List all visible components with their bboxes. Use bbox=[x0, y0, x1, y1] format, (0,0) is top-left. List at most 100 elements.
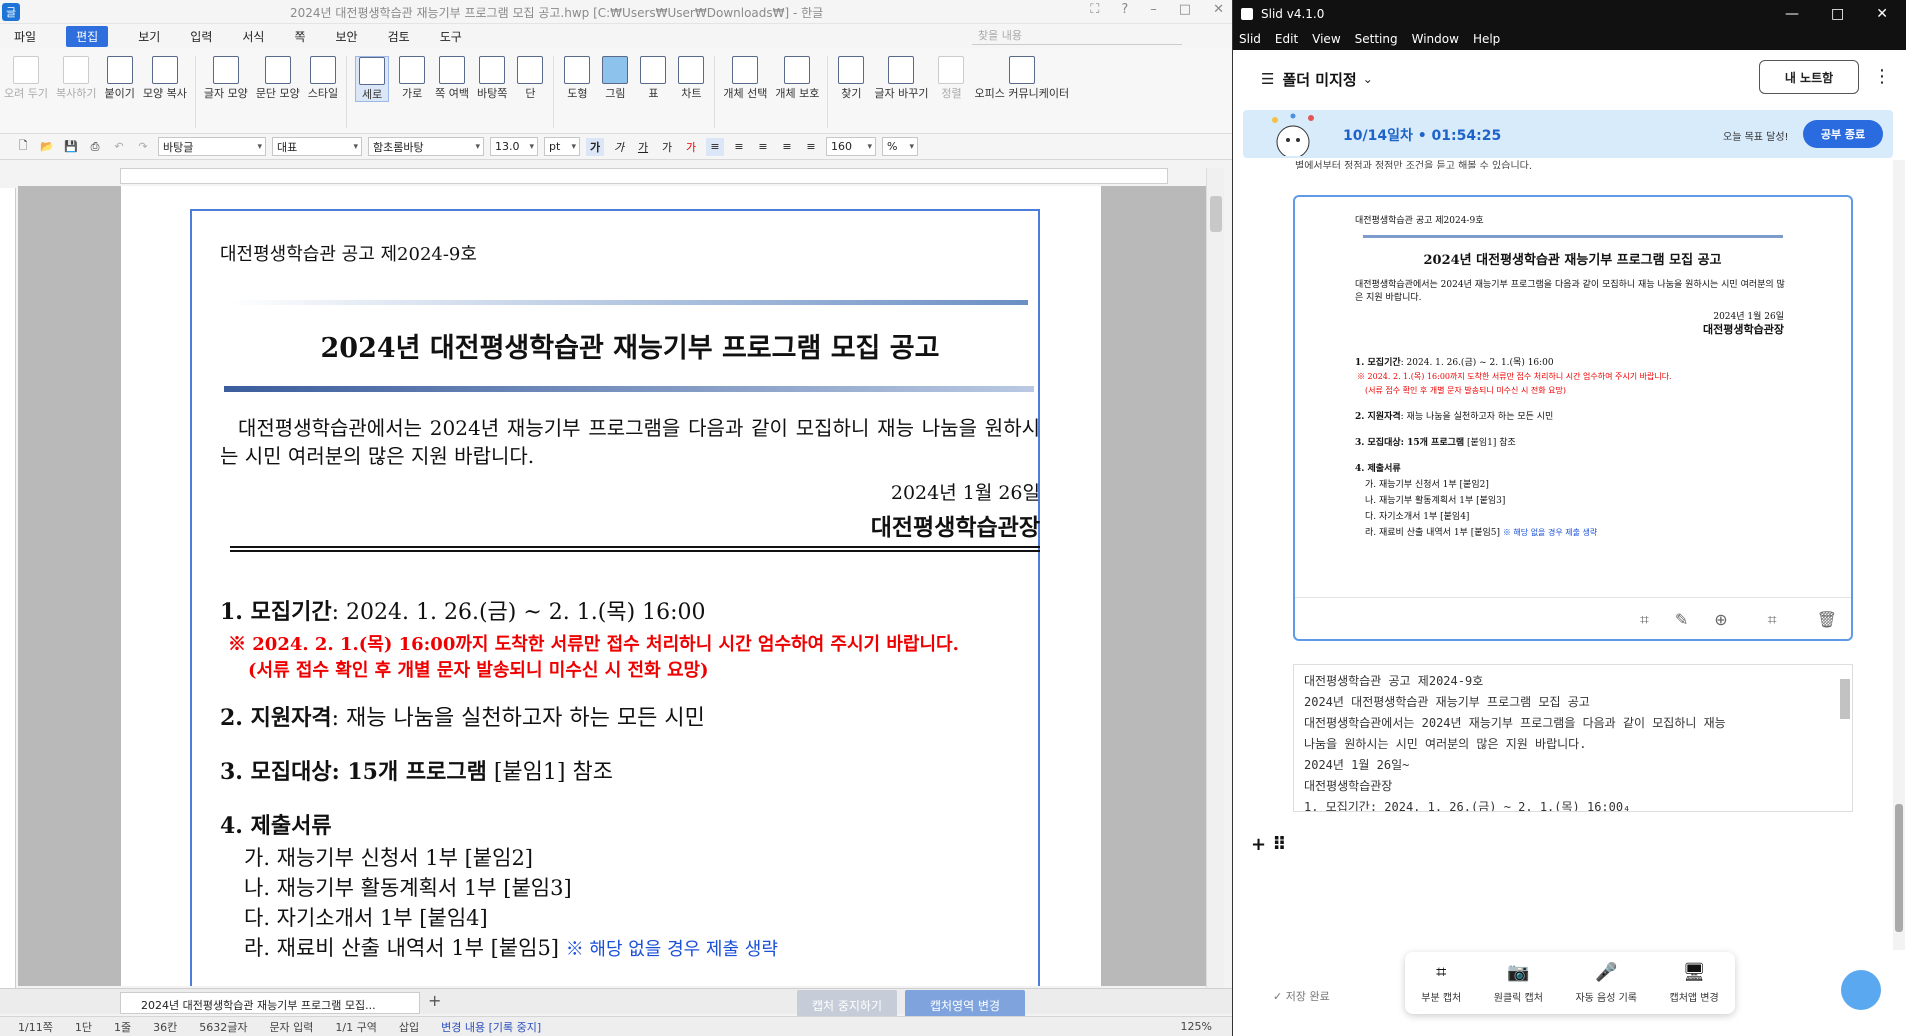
menu-format[interactable]: 서식 bbox=[242, 28, 264, 45]
ocr-scrollbar[interactable] bbox=[1840, 679, 1850, 719]
slid-close-button[interactable]: ✕ bbox=[1876, 6, 1888, 22]
zoom-in-icon[interactable]: ⊕ bbox=[1714, 610, 1727, 629]
crop-icon[interactable]: ⌗ bbox=[1768, 610, 1777, 630]
chevron-down-icon[interactable]: ⌄ bbox=[1363, 72, 1373, 86]
slid-menu-edit[interactable]: Edit bbox=[1275, 32, 1298, 46]
one-click-capture-button[interactable]: 📷 원클릭 캡처 bbox=[1494, 962, 1543, 1004]
undo-icon[interactable]: ↶ bbox=[110, 138, 128, 156]
font-lang-select[interactable]: 대표 bbox=[272, 137, 362, 156]
align-center-icon[interactable]: ≡ bbox=[754, 138, 772, 156]
slid-scroll-thumb[interactable] bbox=[1895, 804, 1903, 932]
sort-button[interactable]: 정렬 bbox=[936, 56, 966, 100]
zoom-unit[interactable]: % bbox=[882, 137, 918, 156]
font-color-button[interactable]: 가 bbox=[682, 138, 700, 156]
open-icon[interactable]: 📂 bbox=[38, 138, 56, 156]
paste-button[interactable]: 붙이기 bbox=[104, 56, 135, 100]
slid-scrollbar[interactable] bbox=[1893, 160, 1905, 950]
close-button[interactable]: ✕ bbox=[1213, 2, 1224, 17]
capture-card[interactable]: 대전평생학습관 공고 제2024-9호 2024년 대전평생학습관 재능기부 프… bbox=[1293, 195, 1853, 641]
slid-menu-setting[interactable]: Setting bbox=[1355, 32, 1398, 46]
auto-voice-record-button[interactable]: 🎤 자동 음성 기록 bbox=[1575, 962, 1637, 1004]
minimize-button[interactable]: – bbox=[1150, 2, 1157, 17]
slid-menu-slid[interactable]: Slid bbox=[1239, 32, 1261, 46]
text-extract-icon[interactable]: ⌗ bbox=[1640, 610, 1649, 630]
portrait-button[interactable]: 세로 bbox=[355, 56, 390, 102]
help-icon[interactable]: ? bbox=[1121, 2, 1128, 17]
document-tab[interactable]: 2024년 대전평생학습관 재능기부 프로그램 모집... bbox=[120, 992, 420, 1014]
add-tab-icon[interactable]: + bbox=[428, 991, 441, 1010]
print-icon[interactable]: ⎙ bbox=[86, 138, 104, 156]
align-distribute-icon[interactable]: ≡ bbox=[802, 138, 820, 156]
copy-button[interactable]: 복사하기 bbox=[56, 56, 96, 100]
style-button[interactable]: 스타일 bbox=[308, 56, 338, 100]
slid-minimize-button[interactable]: — bbox=[1785, 6, 1799, 22]
vertical-scrollbar[interactable] bbox=[1206, 168, 1224, 988]
my-notebook-button[interactable]: 내 노트함 bbox=[1759, 60, 1859, 94]
save-icon[interactable]: 💾 bbox=[62, 138, 80, 156]
capture-app-change-button[interactable]: 🖥 캡처앱 변경 bbox=[1670, 962, 1719, 1004]
format-painter-button[interactable]: 모양 복사 bbox=[143, 56, 187, 100]
redo-icon[interactable]: ↷ bbox=[134, 138, 152, 156]
chat-bubble-icon[interactable] bbox=[1841, 970, 1881, 1010]
pencil-icon[interactable]: ✎ bbox=[1675, 610, 1688, 629]
landscape-button[interactable]: 가로 bbox=[397, 56, 427, 100]
trash-icon[interactable]: 🗑 bbox=[1817, 610, 1837, 629]
more-options-icon[interactable]: ⋮ bbox=[1873, 66, 1891, 87]
folder-select[interactable]: 폴더 미지정 bbox=[1282, 69, 1356, 90]
bold-button[interactable]: 가 bbox=[586, 137, 604, 156]
shape-button[interactable]: 도형 bbox=[562, 56, 592, 100]
scroll-thumb[interactable] bbox=[1210, 196, 1222, 232]
cut-button[interactable]: 오려 두기 bbox=[4, 56, 48, 100]
menu-edit[interactable]: 편집 bbox=[66, 25, 109, 47]
object-protect-button[interactable]: 개체 보호 bbox=[775, 56, 819, 100]
add-block-icon[interactable]: + ⠿ bbox=[1251, 834, 1286, 855]
menu-tools[interactable]: 도구 bbox=[440, 28, 462, 45]
table-button[interactable]: 표 bbox=[638, 56, 668, 100]
horizontal-ruler[interactable] bbox=[120, 168, 1168, 184]
object-select-button[interactable]: 개체 선택 bbox=[723, 56, 767, 100]
chart-button[interactable]: 차트 bbox=[676, 56, 706, 100]
columns-button[interactable]: 단 bbox=[515, 56, 545, 100]
slid-maximize-button[interactable]: □ bbox=[1831, 6, 1844, 22]
end-study-button[interactable]: 공부 종료 bbox=[1803, 120, 1883, 148]
office-communicator-button[interactable]: 오피스 커뮤니케이터 bbox=[974, 56, 1069, 100]
strike-button[interactable]: 가 bbox=[658, 138, 676, 156]
menu-page[interactable]: 쪽 bbox=[294, 28, 305, 45]
picture-button[interactable]: 그림 bbox=[600, 56, 630, 100]
find-button[interactable]: 찾기 bbox=[836, 56, 866, 100]
font-size-input[interactable]: 13.0 bbox=[490, 137, 538, 156]
maximize-button[interactable]: □ bbox=[1179, 2, 1191, 17]
replace-button[interactable]: 글자 바꾸기 bbox=[874, 56, 928, 100]
zoom-status[interactable]: 125% bbox=[1181, 1020, 1212, 1033]
menu-insert[interactable]: 입력 bbox=[190, 28, 212, 45]
document-page[interactable]: 대전평생학습관 공고 제2024-9호 2024년 대전평생학습관 재능기부 프… bbox=[121, 186, 1101, 986]
list-icon[interactable]: ☰ bbox=[1261, 70, 1274, 88]
master-page-button[interactable]: 바탕쪽 bbox=[477, 56, 507, 100]
font-select[interactable]: 함초롬바탕 bbox=[368, 137, 484, 156]
align-justify-icon[interactable]: ≡ bbox=[706, 137, 724, 156]
slid-menu-help[interactable]: Help bbox=[1473, 32, 1500, 46]
page-margin-button[interactable]: 쪽 여백 bbox=[435, 56, 469, 100]
partial-capture-button[interactable]: ⌗ 부분 캡처 bbox=[1421, 962, 1461, 1004]
ocr-text-block[interactable]: 대전평생학습관 공고 제2024-9호 2024년 대전평생학습관 재능기부 프로… bbox=[1293, 664, 1853, 812]
menu-file[interactable]: 파일 bbox=[14, 28, 36, 45]
menu-security[interactable]: 보안 bbox=[336, 28, 358, 45]
capture-thumbnail[interactable]: 대전평생학습관 공고 제2024-9호 2024년 대전평생학습관 재능기부 프… bbox=[1355, 205, 1790, 605]
underline-button[interactable]: 가 bbox=[634, 138, 652, 156]
slid-menu-view[interactable]: View bbox=[1312, 32, 1340, 46]
style-select[interactable]: 바탕글 bbox=[158, 137, 266, 156]
menu-review[interactable]: 검토 bbox=[388, 28, 410, 45]
search-input[interactable]: 찾을 내용 bbox=[972, 27, 1182, 45]
align-right-icon[interactable]: ≡ bbox=[778, 138, 796, 156]
zoom-input[interactable]: 160 bbox=[826, 137, 876, 156]
slid-menu-window[interactable]: Window bbox=[1412, 32, 1459, 46]
italic-button[interactable]: 가 bbox=[610, 138, 628, 156]
align-left-icon[interactable]: ≡ bbox=[730, 138, 748, 156]
new-doc-icon[interactable]: 🗋 bbox=[14, 138, 32, 156]
unit-select[interactable]: pt bbox=[544, 137, 580, 156]
para-shape-button[interactable]: 문단 모양 bbox=[256, 56, 300, 100]
document-area[interactable]: 대전평생학습관 공고 제2024-9호 2024년 대전평생학습관 재능기부 프… bbox=[18, 186, 1206, 986]
vertical-ruler[interactable] bbox=[0, 188, 16, 988]
char-shape-button[interactable]: 글자 모양 bbox=[204, 56, 248, 100]
fullscreen-icon[interactable]: ⛶ bbox=[1090, 2, 1099, 17]
